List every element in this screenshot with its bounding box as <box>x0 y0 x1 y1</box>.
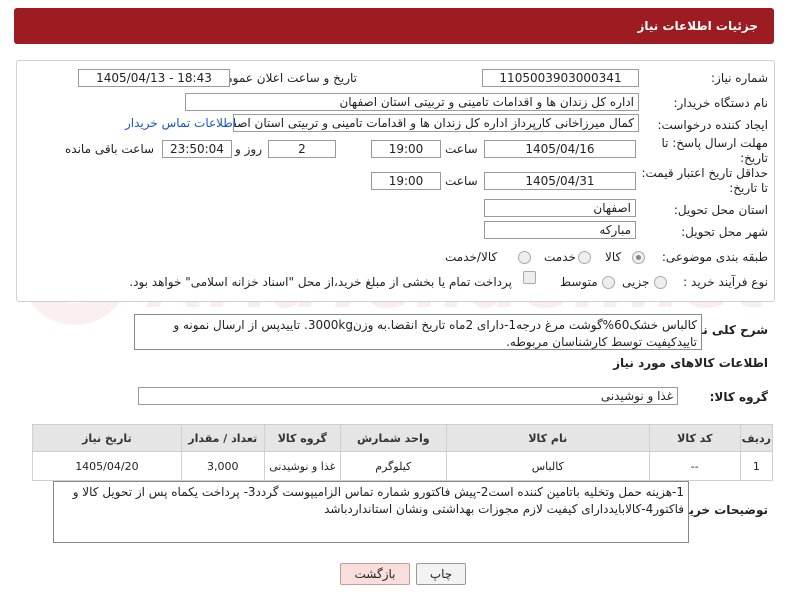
table-header-row: ردیف کد کالا نام کالا واحد شمارش گروه کا… <box>32 424 774 452</box>
col-need-date: تاریخ نیاز <box>32 424 182 452</box>
reply-deadline-label: مهلت ارسال پاسخ: تا تاریخ: <box>661 136 768 165</box>
category-service-label: خدمت <box>544 250 576 264</box>
goods-group-label: گروه کالا: <box>709 390 768 404</box>
need-number-field: 1105003903000341 <box>482 69 639 87</box>
price-validity-label: حداقل تاریخ اعتبار قیمت: تا تاریخ: <box>641 166 768 195</box>
category-label: طبقه بندی موضوعی: <box>661 250 768 264</box>
cell-need-date: 1405/04/20 <box>32 451 182 481</box>
province-label: استان محل تحویل: <box>673 203 768 217</box>
process-label: نوع فرآیند خرید : <box>683 275 768 289</box>
goods-group-field: غذا و نوشیدنی <box>138 387 678 405</box>
col-row: ردیف <box>739 424 774 452</box>
cell-group: غذا و نوشیدنی <box>263 451 341 481</box>
table-row: 1 -- کالباس کیلوگرم غذا و نوشیدنی 3,000 … <box>32 451 774 481</box>
days-label: روز و <box>235 142 262 156</box>
col-code: کد کالا <box>648 424 741 452</box>
remaining-label: ساعت باقی مانده <box>65 142 155 156</box>
reply-time-label: ساعت <box>445 142 478 156</box>
reply-date-field: 1405/04/16 <box>484 140 636 158</box>
col-quantity: تعداد / مقدار <box>180 424 265 452</box>
announce-label: تاریخ و ساعت اعلان عمومی: <box>212 71 357 85</box>
buyer-org-field: اداره کل زندان ها و اقدامات تامینی و ترب… <box>185 93 639 111</box>
treasury-payment-checkbox[interactable] <box>523 271 536 284</box>
days-field: 2 <box>268 140 336 158</box>
col-unit: واحد شمارش <box>339 424 447 452</box>
city-label: شهر محل تحویل: <box>681 225 768 239</box>
province-field: اصفهان <box>484 199 636 217</box>
need-number-label: شماره نیاز: <box>711 71 768 85</box>
cell-code: -- <box>648 451 741 481</box>
print-button[interactable]: چاپ <box>416 563 466 585</box>
city-field: مبارکه <box>484 221 636 239</box>
cell-row: 1 <box>739 451 774 481</box>
back-button[interactable]: بازگشت <box>340 563 410 585</box>
buyer-org-label: نام دستگاه خریدار: <box>673 96 769 110</box>
price-date-field: 1405/04/31 <box>484 172 636 190</box>
announce-field: 1405/04/13 - 18:43 <box>78 69 230 87</box>
cell-unit: کیلوگرم <box>339 451 447 481</box>
process-medium-radio[interactable] <box>602 276 615 289</box>
page-header: جزئیات اطلاعات نیاز <box>14 8 774 44</box>
buyer-notes-textarea[interactable]: 1-هزینه حمل وتخلیه باتامین کننده است2-پی… <box>53 481 689 543</box>
requester-label: ایجاد کننده درخواست: <box>657 118 768 132</box>
price-time-label: ساعت <box>445 174 478 188</box>
process-minor-label: جزیی <box>622 275 650 289</box>
goods-table: ردیف کد کالا نام کالا واحد شمارش گروه کا… <box>32 424 774 481</box>
process-minor-radio[interactable] <box>654 276 667 289</box>
process-medium-label: متوسط <box>560 275 598 289</box>
category-goods-service-radio[interactable] <box>518 251 531 264</box>
category-goods-radio[interactable] <box>632 251 645 264</box>
category-goods-label: کالا <box>605 250 622 264</box>
requester-field: کمال میرزاخانی کارپرداز اداره کل زندان ه… <box>233 114 639 132</box>
col-group: گروه کالا <box>263 424 341 452</box>
category-service-radio[interactable] <box>578 251 591 264</box>
goods-section-title: اطلاعات کالاهای مورد نیاز <box>613 356 768 370</box>
col-name: نام کالا <box>445 424 650 452</box>
cell-name: کالباس <box>445 451 650 481</box>
contact-info-link[interactable]: اطلاعات تماس خریدار <box>125 116 236 130</box>
page-title: جزئیات اطلاعات نیاز <box>637 19 758 33</box>
payment-note: پرداخت تمام یا بخشی از مبلغ خرید،از محل … <box>129 275 512 289</box>
cell-quantity: 3,000 <box>180 451 265 481</box>
category-goods-service-label: کالا/خدمت <box>445 250 498 264</box>
reply-time-field: 19:00 <box>371 140 441 158</box>
price-time-field: 19:00 <box>371 172 441 190</box>
remaining-time-field: 23:50:04 <box>162 140 232 158</box>
description-textarea[interactable]: کالباس خشک60%گوشت مرغ درجه1-دارای 2ماه ت… <box>134 314 702 350</box>
